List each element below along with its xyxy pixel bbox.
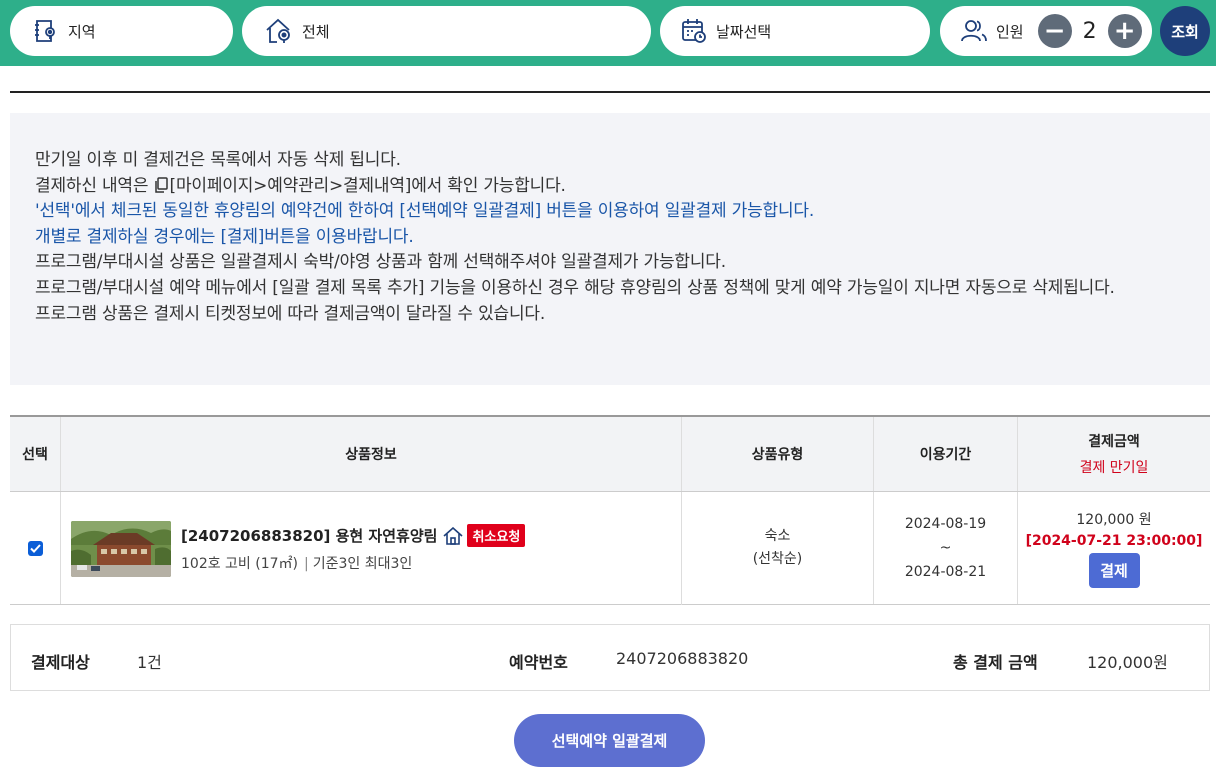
section-divider: [10, 91, 1210, 93]
region-select[interactable]: 지역: [10, 6, 233, 56]
search-button[interactable]: 조회: [1160, 6, 1210, 56]
payment-deadline: [2024-07-21 23:00:00]: [1025, 532, 1203, 549]
date-separator: ~: [939, 540, 952, 556]
search-bar: 지역 전체 날짜선택 인원 − 2 + 조회: [0, 0, 1216, 66]
people-label: 인원: [996, 22, 1024, 41]
header-type: 상품유형: [682, 417, 874, 491]
date-label: 날짜선택: [716, 22, 772, 41]
house-icon: [443, 526, 463, 545]
period-cell: 2024-08-19 ~ 2024-08-21: [874, 492, 1018, 604]
header-deadline-label: 결제 만기일: [1079, 460, 1149, 476]
check-icon: [29, 543, 41, 553]
notice-line: 만기일 이후 미 결제건은 목록에서 자동 삭제 됩니다.: [35, 150, 401, 170]
lodge-thumbnail[interactable]: [71, 520, 171, 577]
area-label: 전체: [302, 22, 330, 41]
date-start: 2024-08-19: [904, 516, 987, 532]
header-amount-label: 결제금액: [1088, 434, 1140, 450]
desc-separator: |: [304, 556, 309, 572]
table-header: 선택 상품정보 상품유형 이용기간 결제금액 결제 만기일: [10, 417, 1210, 492]
header-product: 상품정보: [61, 417, 682, 491]
notice-line: 프로그램/부대시설 예약 메뉴에서 [일괄 결제 목록 추가] 기능을 이용하신…: [35, 277, 1115, 298]
lodge-photo: [71, 520, 171, 577]
people-count: 2: [1082, 18, 1097, 44]
date-end: 2024-08-21: [904, 564, 987, 580]
amount-cell: 120,000 원 [2024-07-21 23:00:00] 결제: [1018, 492, 1210, 604]
header-select: 선택: [10, 417, 61, 491]
region-label: 지역: [68, 22, 96, 41]
room-info: 102호 고비 (17㎡): [181, 556, 299, 572]
type-value: 숙소: [764, 528, 791, 544]
notice-line: '선택'에서 체크된 동일한 휴양림의 예약건에 한하여 [선택예약 일괄결제]…: [35, 201, 815, 222]
reservation-label: 예약번호: [509, 653, 568, 672]
notice-line: 프로그램 상품은 결제시 티켓정보에 따라 결제금액이 달라질 수 있습니다.: [35, 303, 546, 324]
total-value: 120,000원: [1087, 653, 1168, 672]
calendar-clock-icon: [682, 19, 706, 43]
copy-icon: [154, 176, 168, 193]
product-title-row: [2407206883820] 용현 자연휴양림 취소요청: [181, 524, 526, 547]
product-title[interactable]: [2407206883820] 용현 자연휴양림: [181, 525, 437, 546]
users-icon: [961, 20, 987, 42]
notice-text: [마이페이지>예약관리>결제내역]에서 확인 가능합니다.: [169, 175, 566, 196]
table-row: [2407206883820] 용현 자연휴양림 취소요청 102호 고비 (1…: [10, 492, 1210, 605]
reservation-table: 선택 상품정보 상품유형 이용기간 결제금액 결제 만기일 [240720688…: [10, 415, 1210, 605]
map-book-icon: [35, 20, 55, 42]
batch-pay-button[interactable]: 선택예약 일괄결제: [514, 714, 705, 767]
plus-button[interactable]: +: [1107, 14, 1142, 48]
target-label: 결제대상: [31, 653, 90, 672]
product-desc: 102호 고비 (17㎡) | 기준3인 최대3인: [181, 553, 525, 573]
header-amount: 결제금액 결제 만기일: [1018, 417, 1210, 491]
total-label: 총 결제 금액: [953, 653, 1038, 672]
select-cell: [10, 492, 61, 604]
payment-summary: 결제대상 1건 예약번호 2407206883820 총 결제 금액 120,0…: [10, 624, 1210, 691]
notice-line: 프로그램/부대시설 상품은 일괄결제시 숙박/야영 상품과 함께 선택해주셔야 …: [35, 252, 726, 273]
product-cell: [2407206883820] 용현 자연휴양림 취소요청 102호 고비 (1…: [61, 492, 682, 605]
minus-button[interactable]: −: [1037, 14, 1072, 48]
notice-line: 개별로 결제하실 경우에는 [결제]버튼을 이용바랍니다.: [35, 226, 414, 247]
home-pin-icon: [266, 18, 290, 43]
capacity-info: 기준3인 최대3인: [312, 556, 413, 572]
target-value: 1건: [137, 653, 162, 672]
type-cell: 숙소 (선착순): [682, 492, 874, 604]
status-badge: 취소요청: [467, 524, 526, 547]
header-period: 이용기간: [874, 417, 1018, 491]
date-select[interactable]: 날짜선택: [660, 6, 930, 56]
area-select[interactable]: 전체: [242, 6, 651, 56]
pay-button[interactable]: 결제: [1088, 552, 1140, 588]
notice-text: 결제하신 내역은: [35, 175, 149, 196]
row-checkbox[interactable]: [27, 540, 43, 556]
notice-line: 결제하신 내역은 [마이페이지>예약관리>결제내역]에서 확인 가능합니다.: [35, 174, 1186, 200]
price-value: 120,000 원: [1076, 511, 1152, 528]
type-subvalue: (선착순): [752, 551, 803, 567]
people-stepper: 인원 − 2 +: [940, 6, 1152, 56]
notice-box: 만기일 이후 미 결제건은 목록에서 자동 삭제 됩니다. 결제하신 내역은 […: [10, 113, 1210, 385]
product-info: [2407206883820] 용현 자연휴양림 취소요청 102호 고비 (1…: [181, 524, 526, 573]
reservation-value: 2407206883820: [616, 649, 749, 668]
